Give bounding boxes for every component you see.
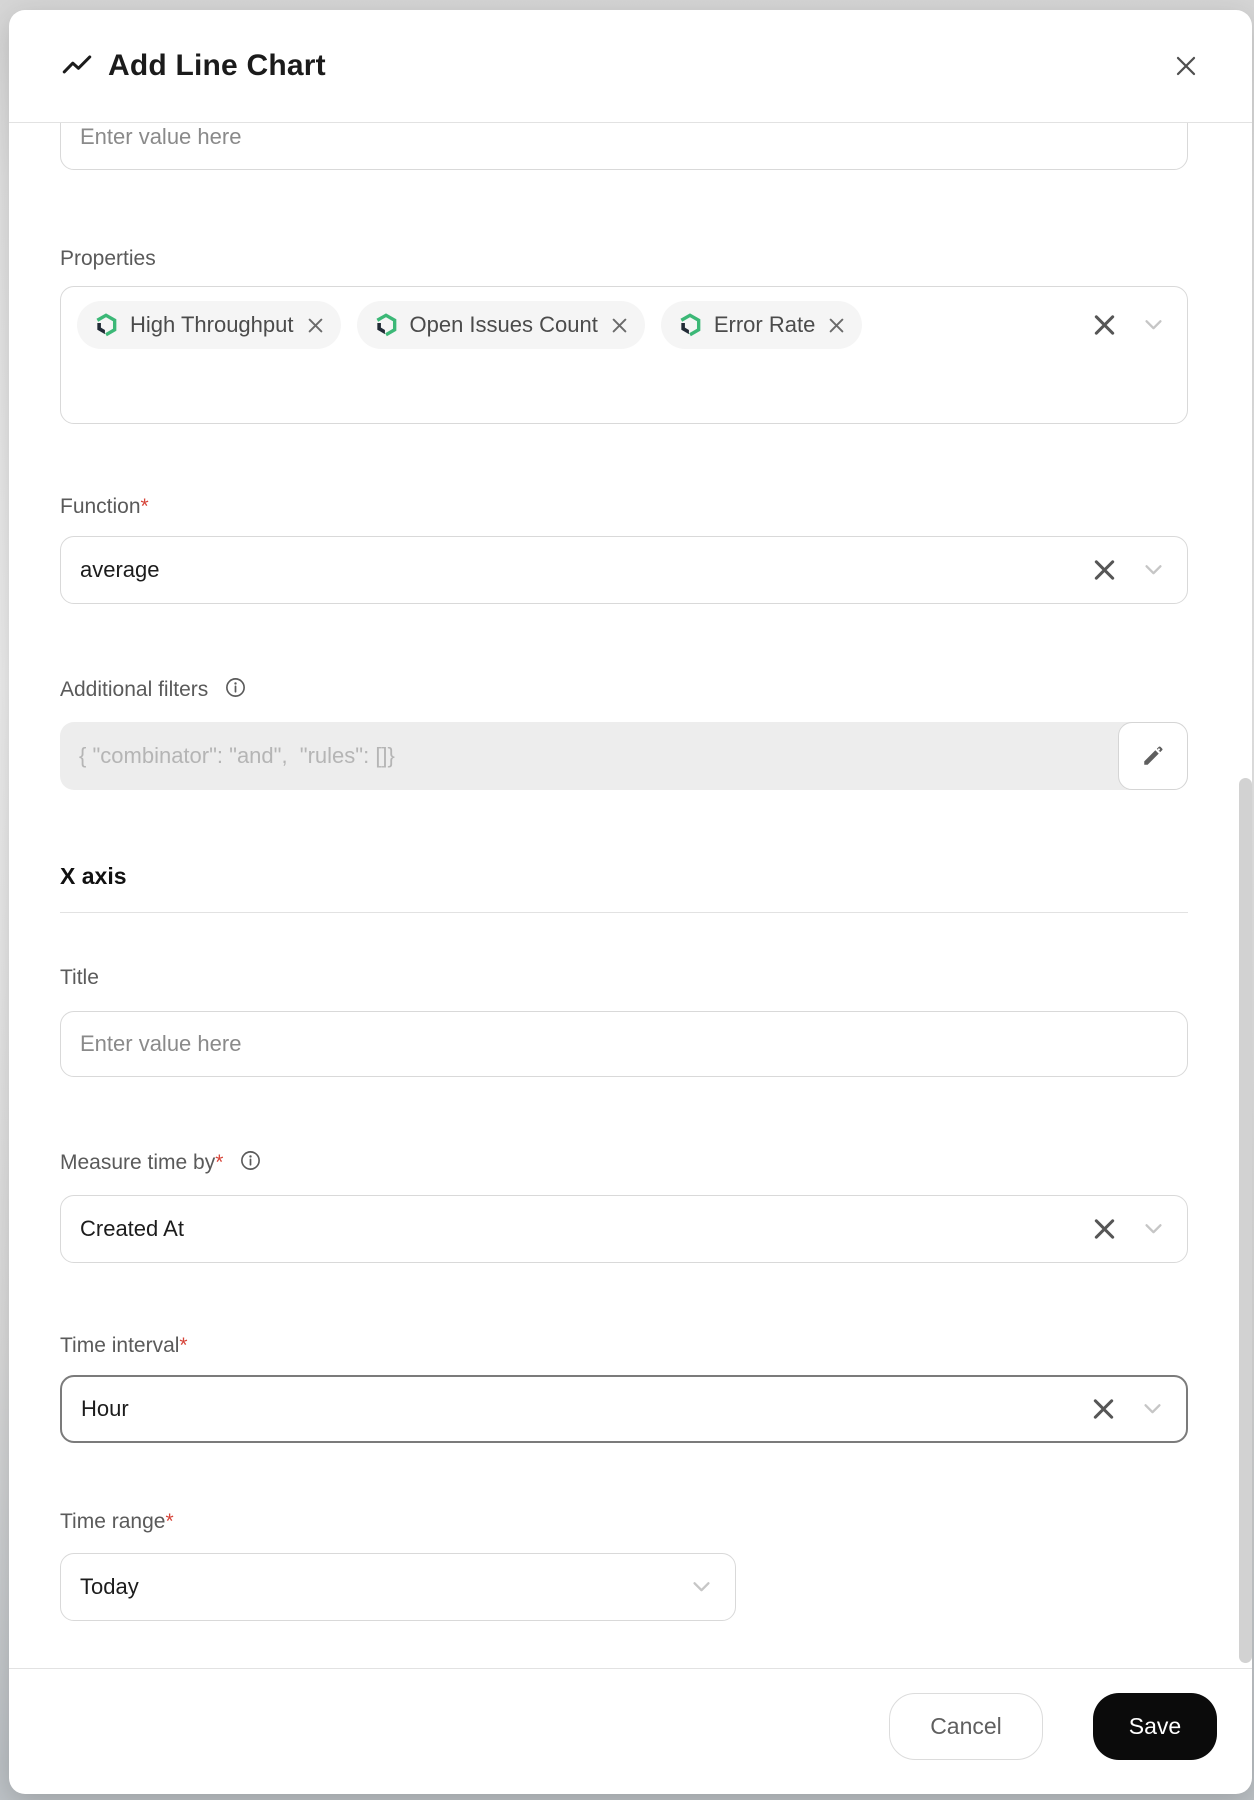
properties-label: Properties xyxy=(60,247,156,270)
chevron-down-icon[interactable] xyxy=(1145,320,1162,331)
modal-title: Add Line Chart xyxy=(108,49,326,82)
modal-header: Add Line Chart xyxy=(9,10,1252,123)
chevron-down-icon[interactable] xyxy=(693,1582,710,1593)
title-label: Title xyxy=(60,966,99,989)
additional-filters-input xyxy=(60,722,1188,790)
property-tag-label: Open Issues Count xyxy=(409,312,598,337)
title-input[interactable] xyxy=(60,1011,1188,1077)
clear-selection-icon[interactable] xyxy=(1094,560,1115,581)
cancel-button[interactable]: Cancel xyxy=(889,1693,1043,1760)
properties-multiselect[interactable]: High Throughput Open Issues Count Error xyxy=(60,286,1188,424)
measure-time-by-value: Created At xyxy=(80,1216,184,1241)
add-line-chart-modal: Add Line Chart Properties High Throughpu… xyxy=(9,10,1252,1794)
chevron-down-icon[interactable] xyxy=(1145,1224,1162,1235)
clear-selection-icon[interactable] xyxy=(1094,1219,1115,1240)
chevron-down-icon[interactable] xyxy=(1144,1404,1161,1415)
info-icon[interactable] xyxy=(224,676,247,706)
property-tag[interactable]: Error Rate xyxy=(660,301,863,349)
function-label: Function* xyxy=(60,495,149,518)
required-asterisk: * xyxy=(215,1151,224,1174)
edit-filters-button[interactable] xyxy=(1118,722,1188,790)
x-axis-section-title: X axis xyxy=(60,863,127,889)
section-divider xyxy=(60,912,1188,913)
property-tag-label: High Throughput xyxy=(130,312,294,337)
property-tag[interactable]: High Throughput xyxy=(77,301,341,349)
scrollbar-thumb[interactable] xyxy=(1239,778,1252,1663)
measure-time-by-select[interactable]: Created At xyxy=(60,1195,1188,1263)
save-button[interactable]: Save xyxy=(1093,1693,1217,1760)
clear-selection-icon[interactable] xyxy=(1093,1399,1114,1420)
modal-footer: Cancel Save xyxy=(9,1668,1252,1794)
remove-tag-icon[interactable] xyxy=(612,318,627,333)
measure-time-by-label: Measure time by* xyxy=(60,1149,1188,1179)
modal-content: Properties High Throughput Open Issues C… xyxy=(9,123,1252,1668)
required-asterisk: * xyxy=(140,495,149,518)
time-range-label: Time range* xyxy=(60,1510,174,1533)
chevron-down-icon[interactable] xyxy=(1145,565,1162,576)
blueprint-cube-icon xyxy=(677,312,703,338)
property-tag-label: Error Rate xyxy=(713,312,816,337)
time-interval-select[interactable]: Hour xyxy=(60,1375,1188,1443)
blueprint-cube-icon xyxy=(93,312,119,338)
additional-filters-label: Additional filters xyxy=(60,676,1188,706)
time-interval-value: Hour xyxy=(81,1396,129,1421)
time-range-value: Today xyxy=(80,1574,139,1599)
blueprint-cube-icon xyxy=(373,312,399,338)
required-asterisk: * xyxy=(165,1510,174,1533)
function-select-value: average xyxy=(80,557,160,582)
close-icon[interactable] xyxy=(1168,48,1204,84)
clear-selection-icon[interactable] xyxy=(1094,315,1115,336)
time-interval-label: Time interval* xyxy=(60,1334,188,1357)
info-icon[interactable] xyxy=(239,1149,262,1179)
function-select[interactable]: average xyxy=(60,536,1188,604)
remove-tag-icon[interactable] xyxy=(308,318,323,333)
time-range-select[interactable]: Today xyxy=(60,1553,736,1621)
value-input[interactable] xyxy=(60,123,1188,170)
line-chart-icon xyxy=(60,49,94,83)
required-asterisk: * xyxy=(179,1334,188,1357)
property-tag[interactable]: Open Issues Count xyxy=(356,301,645,349)
additional-filters-row xyxy=(60,722,1188,790)
remove-tag-icon[interactable] xyxy=(829,318,844,333)
pencil-icon xyxy=(1144,746,1163,765)
